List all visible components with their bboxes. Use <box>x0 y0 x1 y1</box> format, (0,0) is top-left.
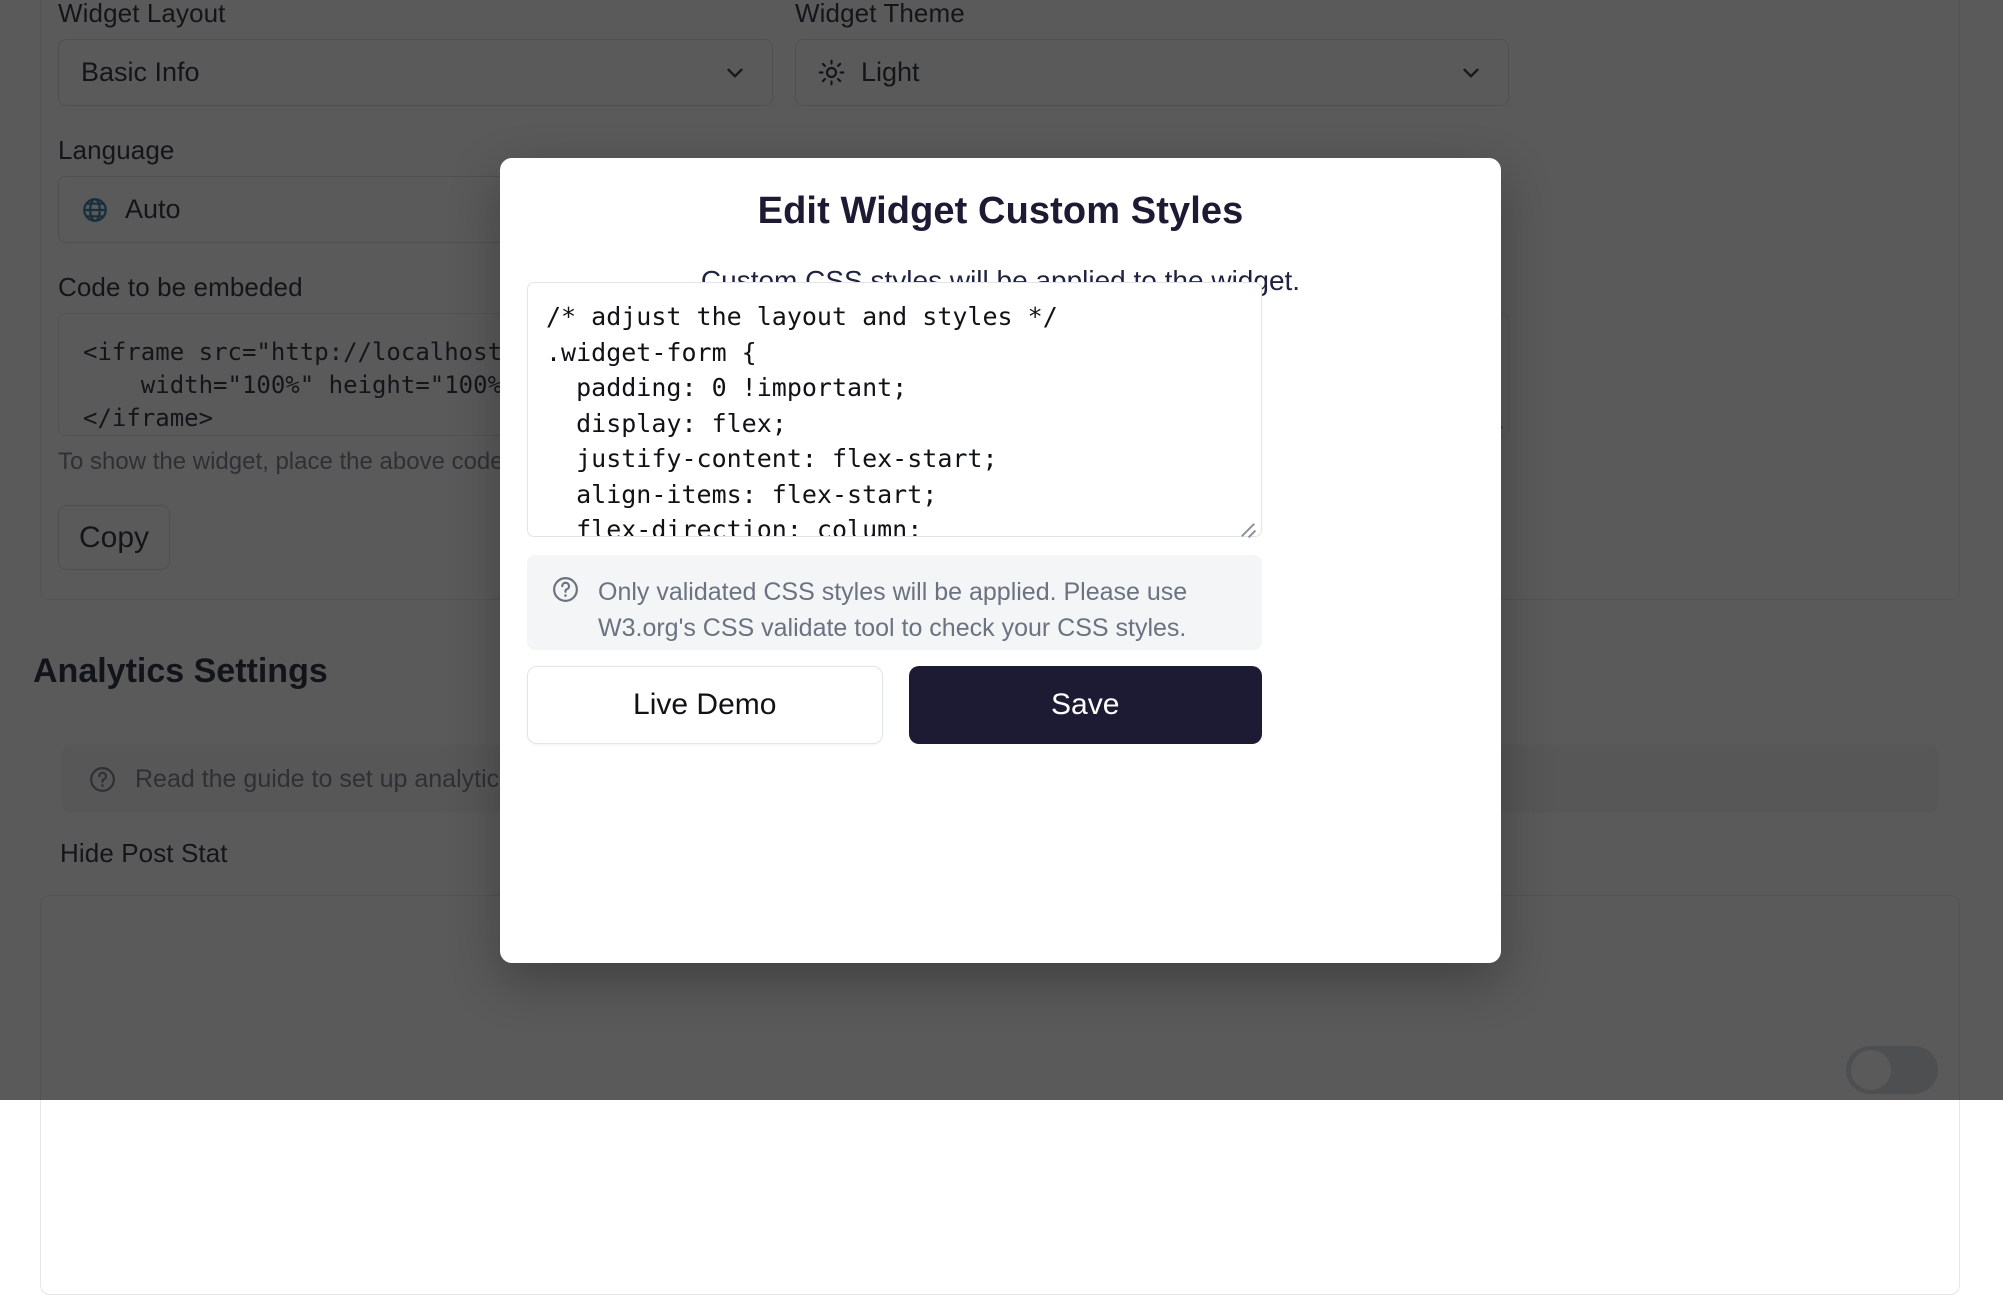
question-circle-icon <box>551 575 580 604</box>
edit-widget-custom-styles-dialog: Edit Widget Custom Styles Custom CSS sty… <box>500 158 1501 963</box>
save-button[interactable]: Save <box>909 666 1263 744</box>
live-demo-button[interactable]: Live Demo <box>527 666 883 744</box>
dialog-title: Edit Widget Custom Styles <box>500 190 1501 233</box>
css-validation-note: Only validated CSS styles will be applie… <box>527 555 1262 650</box>
dialog-actions: Live Demo Save <box>527 666 1262 744</box>
custom-css-textarea[interactable]: /* adjust the layout and styles */ .widg… <box>527 282 1262 537</box>
css-validation-note-text: Only validated CSS styles will be applie… <box>598 575 1236 650</box>
